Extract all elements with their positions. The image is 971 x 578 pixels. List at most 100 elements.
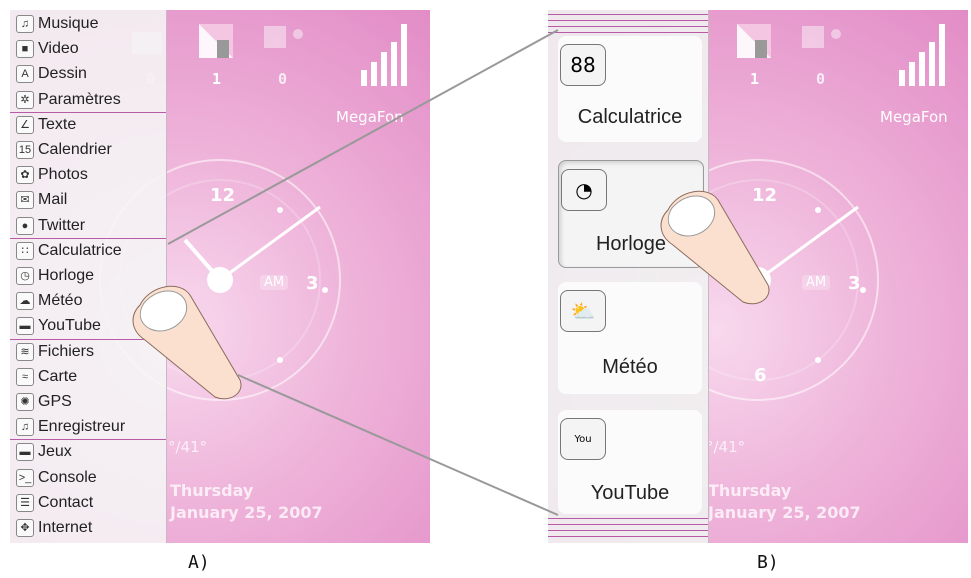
contact-card-icon: ☰: [16, 493, 34, 512]
finger-pointer: [132, 285, 242, 400]
menu-item-m-t-o[interactable]: ☁ Météo: [16, 289, 82, 313]
gear-icon: ✲: [16, 90, 34, 109]
menu-item-label: Horloge: [38, 267, 95, 284]
divider: [548, 14, 708, 15]
menu-item-label: Contact: [38, 493, 94, 511]
carrier-name: MegaFon: [336, 108, 404, 126]
menu-item-carte[interactable]: ≈ Carte: [16, 365, 77, 389]
menu-item-label: Calculatrice: [38, 241, 122, 259]
menu-item-texte[interactable]: ∠ Texte: [16, 113, 76, 137]
menu-item-param-tres[interactable]: ✲ Paramètres: [16, 88, 121, 112]
menu-item-label: Météo: [38, 292, 83, 310]
temperature: °/41°: [706, 438, 746, 456]
ampm-label: AM: [802, 275, 831, 290]
divider: [548, 530, 708, 531]
speech-bubble-icon: ●: [16, 216, 34, 235]
menu-item-label: Enregistreur: [38, 418, 126, 436]
calendar-icon: 15: [16, 141, 34, 159]
menu-item-photos[interactable]: ✿ Photos: [16, 163, 88, 187]
clock-6-label: 6: [754, 365, 767, 386]
temperature: °/41°: [168, 438, 208, 456]
weather-cloud-icon: ☁: [16, 292, 34, 311]
menu-item-label: Console: [38, 468, 97, 486]
voicemail-icon: [264, 26, 303, 48]
finger-pointer: [660, 190, 770, 305]
message-icon: [737, 24, 771, 58]
globe-icon: ✥: [16, 519, 34, 537]
status-count-3: 0: [816, 70, 826, 88]
envelope-icon: ✉: [16, 191, 34, 210]
message-icon: [199, 24, 233, 58]
menu-item-video[interactable]: ■ Video: [16, 37, 79, 61]
divider: [548, 20, 708, 21]
menu-item-label: Musique: [38, 15, 99, 32]
ampm-label: AM: [260, 275, 289, 290]
menu-group-divider: [10, 237, 166, 239]
clock-icon: ◷: [16, 267, 34, 285]
menu-item-jeux[interactable]: ▬ Jeux: [16, 440, 72, 464]
youtube-icon: You: [560, 418, 606, 460]
menu-item-label: Dessin: [38, 65, 87, 83]
music-note-icon: ♫: [16, 15, 34, 33]
menu-item-label: Twitter: [38, 216, 86, 234]
tile-label: YouTube: [590, 482, 670, 504]
clock-icon: ◔: [561, 169, 607, 211]
tile-calculatrice[interactable]: 88 Calculatrice: [558, 36, 702, 142]
menu-item-label: YouTube: [38, 317, 101, 335]
menu-item-twitter[interactable]: ● Twitter: [16, 214, 85, 238]
gamepad-icon: ▬: [16, 443, 34, 462]
menu-item-label: Internet: [38, 519, 93, 536]
menu-item-fichiers[interactable]: ≋ Fichiers: [16, 340, 94, 364]
date-label: January 25, 2007: [708, 503, 861, 522]
menu-item-enregistreur[interactable]: ♫ Enregistreur: [16, 415, 125, 439]
menu-item-label: Video: [38, 40, 79, 58]
menu-item-musique[interactable]: ♫ Musique: [16, 12, 98, 36]
divider: [548, 26, 708, 27]
menu-item-label: Calendrier: [38, 141, 112, 158]
menu-item-label: Fichiers: [38, 342, 95, 360]
menu-item-contact[interactable]: ☰ Contact: [16, 491, 93, 515]
phone-screen-b: 0 1 0 MegaFon 12 AM 3 6 °/41° Thursday J…: [548, 10, 968, 543]
files-icon: ≋: [16, 342, 34, 361]
calculator-icon: 88: [560, 44, 606, 86]
pencil-icon: ∠: [16, 115, 34, 134]
carrier-name: MegaFon: [880, 108, 948, 126]
menu-item-label: Photos: [38, 166, 88, 184]
menu-item-calculatrice[interactable]: ∷ Calculatrice: [16, 239, 122, 263]
caption-a: A): [188, 552, 210, 573]
clock-12-label: 12: [210, 185, 236, 206]
clock-3-label: 3: [306, 273, 319, 294]
divider: [548, 518, 708, 519]
menu-item-label: Paramètres: [38, 90, 121, 108]
menu-item-mail[interactable]: ✉ Mail: [16, 188, 67, 212]
menu-item-internet[interactable]: ✥ Internet: [16, 516, 92, 540]
divider: [548, 524, 708, 525]
tile-youtube[interactable]: You YouTube: [558, 410, 702, 514]
menu-group-divider: [10, 439, 166, 441]
menu-item-calendrier[interactable]: 15 Calendrier: [16, 138, 112, 162]
signal-strength-icon: [361, 24, 407, 86]
menu-item-label: GPS: [38, 393, 72, 410]
signal-strength-icon: [899, 24, 945, 86]
menu-item-horloge[interactable]: ◷ Horloge: [16, 264, 94, 288]
menu-item-gps[interactable]: ✺ GPS: [16, 390, 72, 414]
caption-b: B): [757, 552, 779, 573]
status-count-3: 0: [278, 70, 288, 88]
divider: [548, 32, 708, 33]
divider: [548, 536, 708, 537]
menu-item-dessin[interactable]: A Dessin: [16, 62, 87, 86]
youtube-icon: ▬: [16, 317, 34, 336]
date-label: January 25, 2007: [170, 503, 323, 522]
tile-label: Calculatrice: [577, 106, 683, 128]
day-label: Thursday: [708, 481, 792, 500]
day-label: Thursday: [170, 481, 254, 500]
map-icon: ≈: [16, 367, 34, 386]
menu-item-youtube[interactable]: ▬ YouTube: [16, 314, 101, 338]
menu-item-label: Jeux: [38, 443, 72, 461]
video-camera-icon: ■: [16, 40, 34, 59]
status-count-2: 1: [212, 70, 222, 88]
tile-label: Météo: [602, 356, 658, 378]
menu-item-label: Mail: [38, 191, 68, 209]
menu-item-console[interactable]: >_ Console: [16, 466, 97, 490]
gps-icon: ✺: [16, 393, 34, 411]
